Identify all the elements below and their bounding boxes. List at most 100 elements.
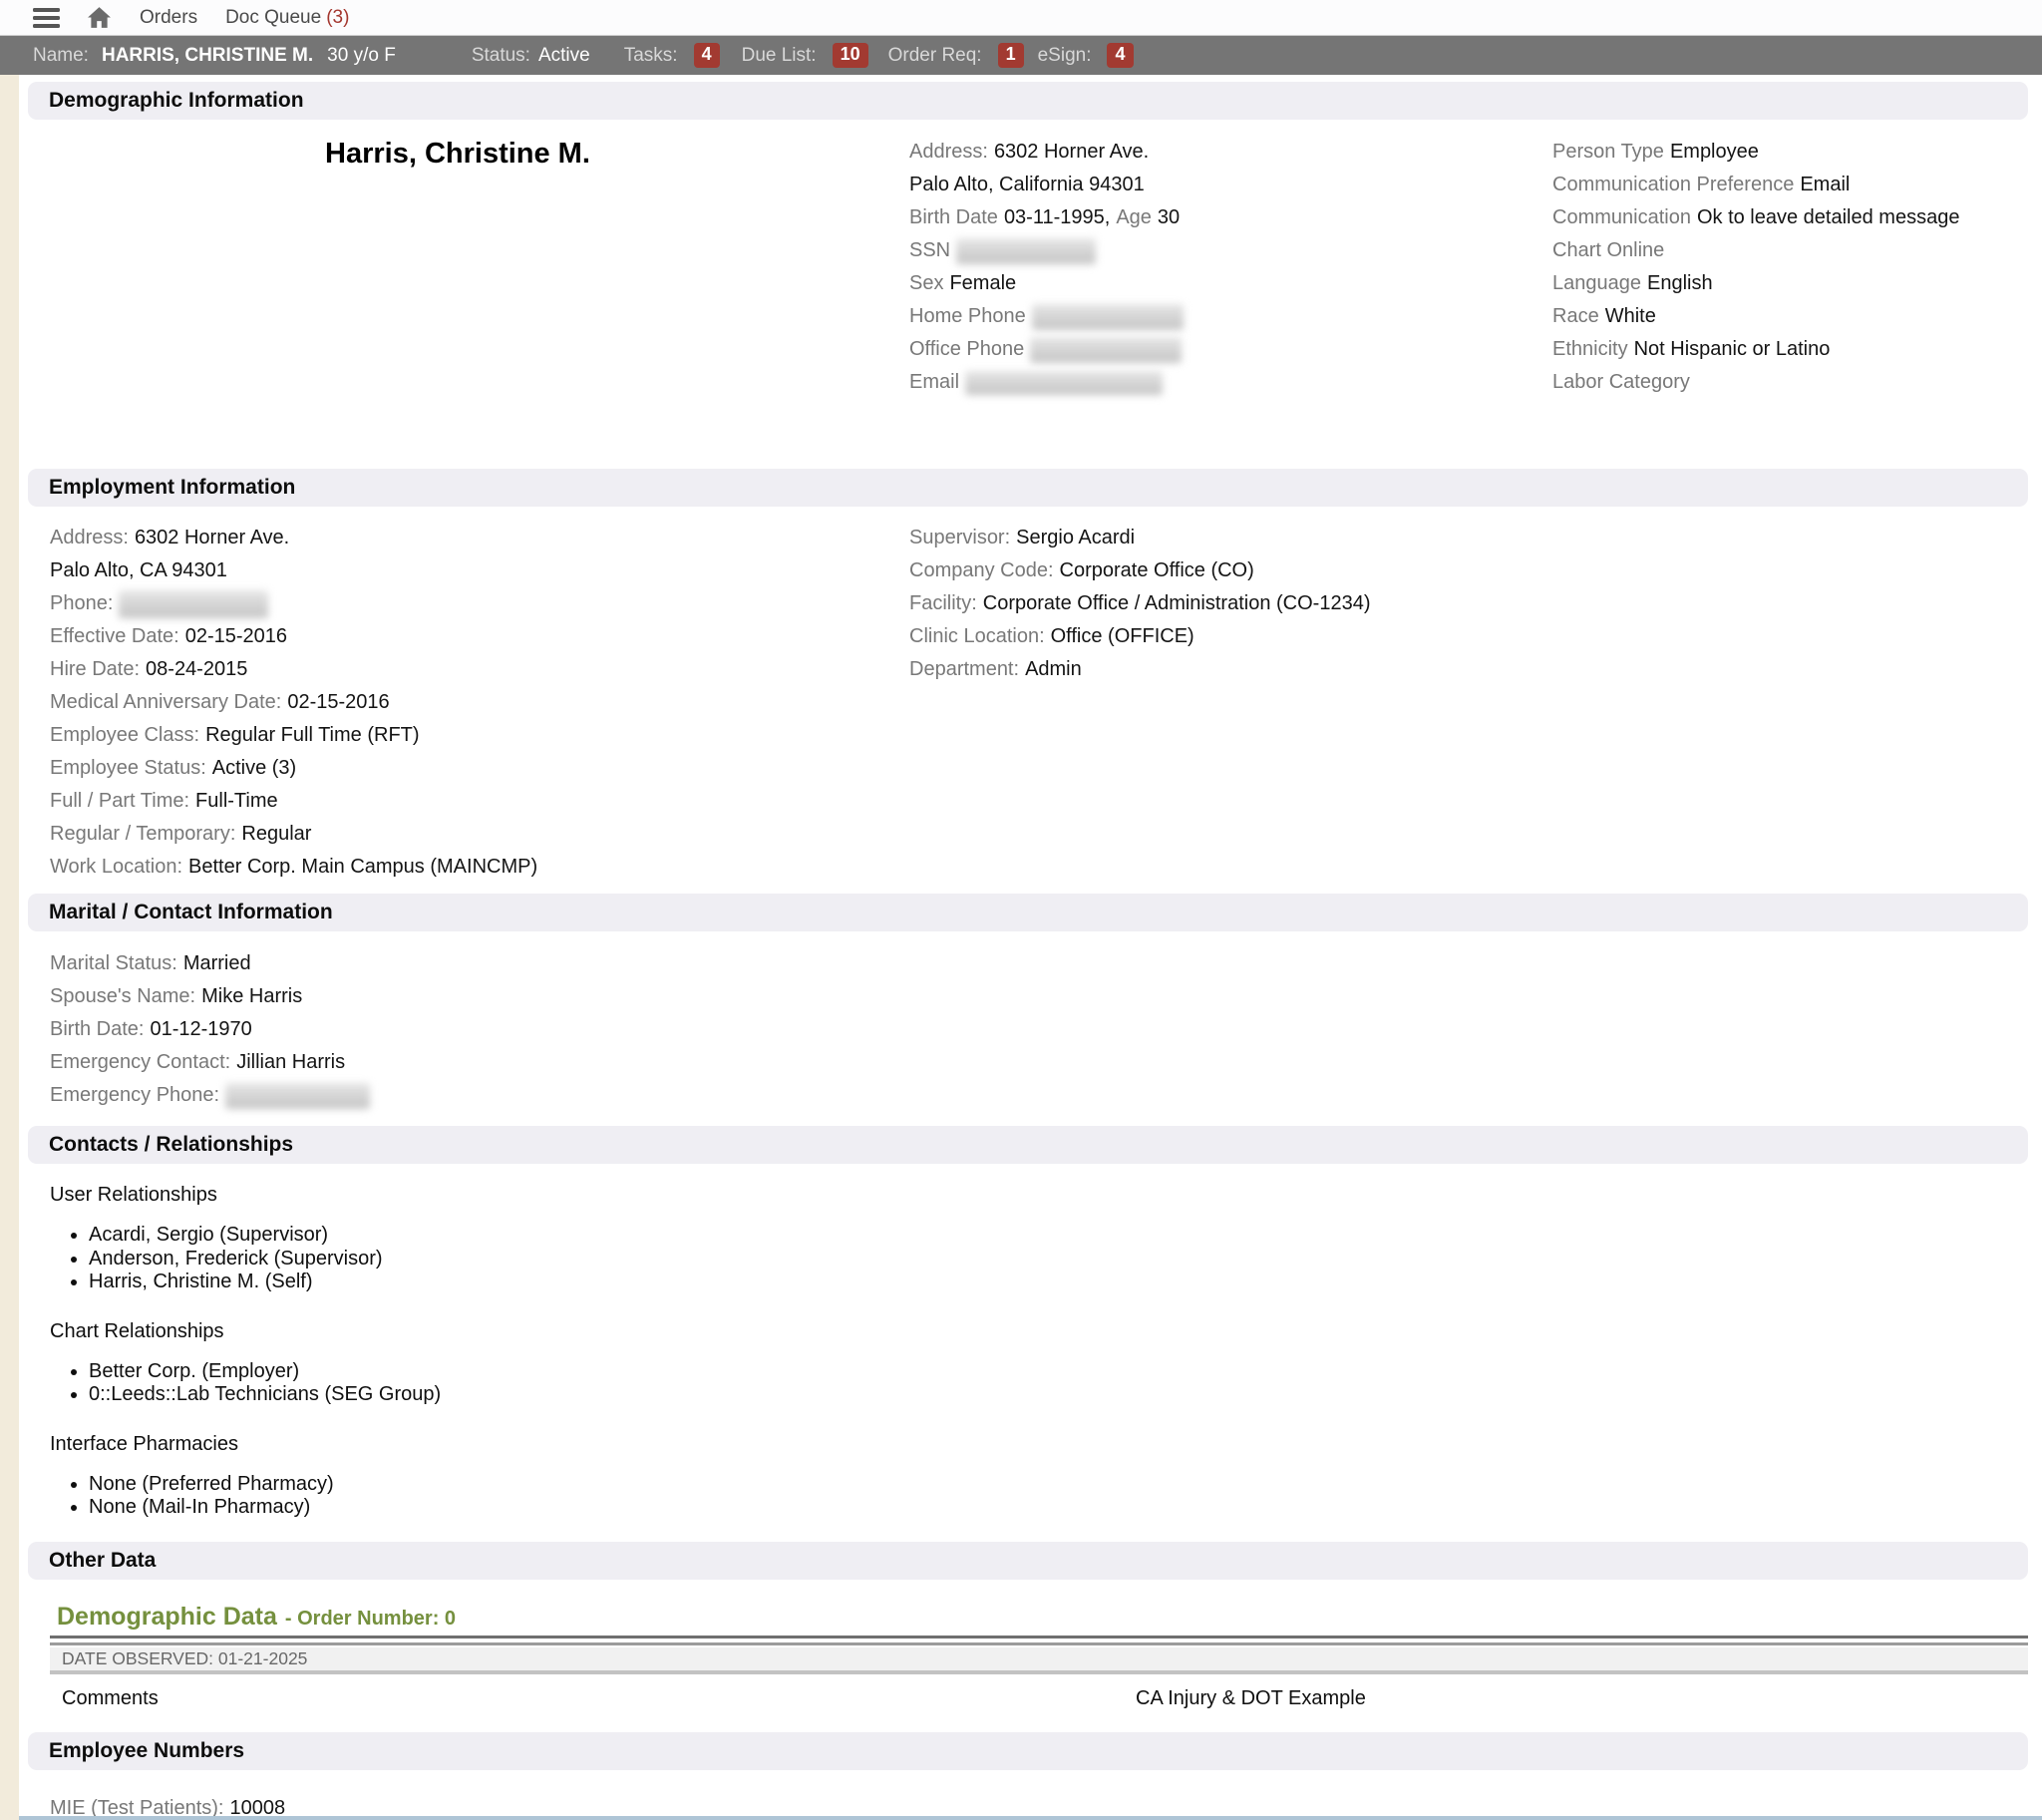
section-header-contacts-relationships[interactable]: Contacts / Relationships (28, 1126, 2028, 1164)
list-item: Better Corp. (Employer) (89, 1360, 441, 1384)
relationship-group-heading: Interface Pharmacies (50, 1429, 441, 1459)
info-row: Work Location: Better Corp. Main Campus (… (50, 851, 543, 884)
section-header-demographic-information[interactable]: Demographic Information (28, 82, 2028, 120)
field-label: Birth Date: (50, 1018, 144, 1041)
status-value: Active (538, 45, 590, 67)
doc-queue-label: Doc Queue (225, 7, 321, 28)
info-row: Marital Status:Married (50, 947, 370, 980)
info-row: Spouse's Name:Mike Harris (50, 980, 370, 1013)
field-value: 01-12-1970 (150, 1018, 251, 1041)
info-row: Birth Date03-11-1995,Age30 (909, 201, 1186, 234)
field-value: English (1647, 272, 1713, 295)
status-label: Status: (472, 45, 530, 67)
field-value: 02-15-2016 (287, 691, 389, 714)
patient-name-label: Name: (33, 45, 89, 67)
section-header-other-data[interactable]: Other Data (28, 1542, 2028, 1580)
field-label: Spouse's Name: (50, 985, 195, 1008)
demographic-center-column: Address:6302 Horner Ave. Palo Alto, Cali… (909, 136, 1186, 399)
field-label: Clinic Location: (909, 625, 1045, 648)
field-label: Address: (50, 527, 129, 549)
home-icon[interactable] (87, 6, 112, 29)
info-row: Full / Part Time: Full-Time (50, 785, 543, 818)
info-row: Address:6302 Horner Ave. (909, 136, 1186, 169)
list-item: None (Mail-In Pharmacy) (89, 1496, 441, 1520)
field-label: Phone: (50, 592, 113, 615)
marital-column: Marital Status:Married Spouse's Name:Mik… (50, 947, 370, 1112)
date-observed-value: DATE OBSERVED: 01-21-2025 (62, 1648, 307, 1669)
order-req-badge[interactable]: 1 (998, 43, 1024, 68)
field-value: Palo Alto, CA 94301 (50, 559, 227, 582)
field-value: Corporate Office (CO) (1060, 559, 1254, 582)
field-label: Hire Date: (50, 658, 140, 681)
redacted-email (965, 371, 1163, 395)
info-row: EthnicityNot Hispanic or Latino (1552, 333, 1965, 366)
field-value: 02-15-2016 (185, 625, 287, 648)
info-row: Employee Status: Active (3) (50, 752, 543, 785)
page: Orders Doc Queue(3) Name: HARRIS, CHRIST… (0, 0, 2042, 1820)
field-label: Person Type (1552, 141, 1664, 164)
field-label: Facility: (909, 592, 977, 615)
field-label: Ethnicity (1552, 338, 1628, 361)
field-value: Better Corp. Main Campus (MAINCMP) (188, 856, 537, 879)
list-item: Anderson, Frederick (Supervisor) (89, 1248, 441, 1272)
left-margin-strip (0, 75, 19, 1820)
list-item: Harris, Christine M. (Self) (89, 1271, 441, 1294)
redacted-phone (119, 590, 268, 618)
field-label: Full / Part Time: (50, 790, 189, 813)
tasks-badge[interactable]: 4 (694, 43, 720, 68)
demographic-right-column: Person Type Employee Communication Prefer… (1552, 136, 1965, 399)
esign-label: eSign: (1038, 45, 1092, 67)
info-row: Hire Date:08-24-2015 (50, 653, 543, 686)
field-label: Sex (909, 272, 943, 295)
demographic-data-link[interactable]: Demographic Data- Order Number: 0 (57, 1603, 456, 1632)
chart-relationships-list: Better Corp. (Employer) 0::Leeds::Lab Te… (50, 1360, 441, 1407)
field-label: Emergency Phone: (50, 1084, 219, 1107)
toolbar-link-orders[interactable]: Orders (140, 7, 197, 29)
redacted-emergency-phone (225, 1083, 370, 1109)
due-list-badge[interactable]: 10 (833, 43, 868, 68)
esign-badge[interactable]: 4 (1107, 43, 1133, 68)
info-row: CommunicationOk to leave detailed messag… (1552, 201, 1965, 234)
info-row: Supervisor:Sergio Acardi (909, 522, 1376, 554)
field-label: Age (1116, 206, 1152, 229)
due-list-label: Due List: (742, 45, 817, 67)
patient-bar: Name: HARRIS, CHRISTINE M. 30 y/o F Stat… (0, 36, 2042, 75)
toolbar-link-doc-queue[interactable]: Doc Queue(3) (225, 7, 349, 29)
field-label: SSN (909, 239, 950, 262)
field-value: 30 (1158, 206, 1180, 229)
field-label: Employee Status: (50, 757, 206, 780)
patient-name[interactable]: HARRIS, CHRISTINE M. (102, 45, 313, 67)
info-row: Company Code:Corporate Office (CO) (909, 554, 1376, 587)
top-toolbar: Orders Doc Queue(3) (0, 0, 2042, 36)
info-row: Home Phone (909, 300, 1186, 333)
field-value: Ok to leave detailed message (1697, 206, 1960, 229)
field-value: 03-11-1995, (1004, 206, 1110, 229)
interface-pharmacies-list: None (Preferred Pharmacy) None (Mail-In … (50, 1473, 441, 1520)
info-row: Regular / Temporary:Regular (50, 818, 543, 851)
field-value: White (1605, 305, 1656, 328)
field-value: Regular Full Time (RFT) (205, 724, 419, 747)
redacted-home-phone (1032, 304, 1184, 330)
field-label: Email (909, 371, 959, 394)
field-value: Active (3) (212, 757, 296, 780)
order-number-label: - Order Number: 0 (285, 1608, 456, 1630)
field-value: Full-Time (195, 790, 278, 813)
relationship-group-heading: User Relationships (50, 1180, 441, 1210)
order-req-label: Order Req: (888, 45, 982, 67)
patient-age-sex: 30 y/o F (327, 45, 396, 67)
double-divider (50, 1636, 2028, 1645)
info-row: Chart Online (1552, 234, 1965, 267)
hamburger-menu-icon[interactable] (33, 8, 60, 28)
comments-row: Comments CA Injury & DOT Example (50, 1685, 2028, 1713)
field-value: Married (183, 952, 251, 975)
relationship-group-heading: Chart Relationships (50, 1316, 441, 1346)
info-row: Palo Alto, CA 94301 (50, 554, 543, 587)
info-row: Communication PreferenceEmail (1552, 169, 1965, 201)
section-header-employment-information[interactable]: Employment Information (28, 469, 2028, 507)
section-header-employee-numbers[interactable]: Employee Numbers (28, 1732, 2028, 1770)
bottom-divider (19, 1816, 2042, 1820)
section-header-marital-contact-information[interactable]: Marital / Contact Information (28, 894, 2028, 931)
field-value: Employee (1670, 141, 1759, 164)
field-label: Work Location: (50, 856, 182, 879)
info-row: Medical Anniversary Date:02-15-2016 (50, 686, 543, 719)
